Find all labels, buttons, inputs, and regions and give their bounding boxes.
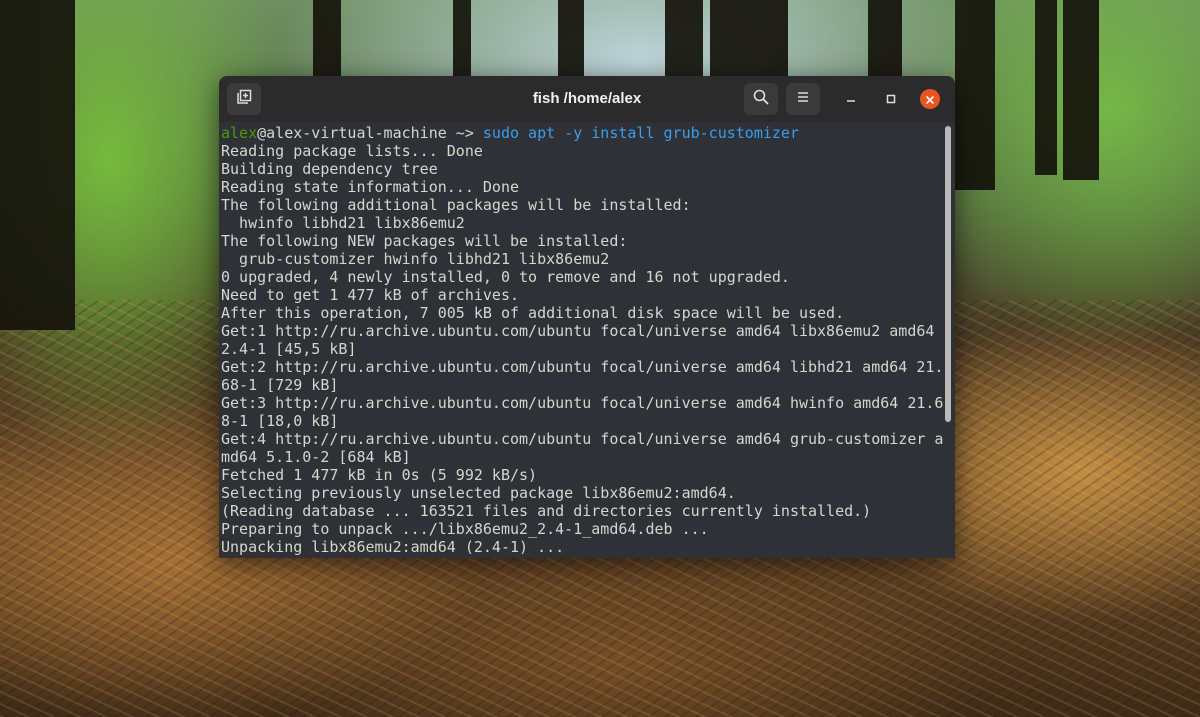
minimize-button[interactable] [841,89,861,109]
tree-trunk [665,0,703,80]
prompt-line: alex@alex-virtual-machine ~> sudo apt -y… [221,124,943,142]
search-icon [752,88,770,110]
output-line: The following NEW packages will be insta… [221,232,628,250]
output-line: Get:2 http://ru.archive.ubuntu.com/ubunt… [221,358,943,376]
output-line: Building dependency tree [221,160,438,178]
menu-button[interactable] [786,83,820,115]
output-line: Get:1 http://ru.archive.ubuntu.com/ubunt… [221,322,935,340]
search-button[interactable] [744,83,778,115]
output-line: 68-1 [729 kB] [221,376,339,394]
output-line: (Reading database ... 163521 files and d… [221,502,872,520]
tree-trunk [1035,0,1057,175]
prompt-host: @alex-virtual-machine ~> [257,124,483,142]
prompt-command: sudo apt -y install grub-customizer [482,124,799,142]
output-line: Reading state information... Done [221,178,520,196]
tree-trunk [558,0,584,80]
output-line: Fetched 1 477 kB in 0s (5 992 kB/s) [221,466,538,484]
output-line: md64 5.1.0-2 [684 kB] [221,448,411,466]
output-line: grub-customizer hwinfo libhd21 libx86emu… [221,250,610,268]
output-line: Preparing to unpack .../libx86emu2_2.4-1… [221,520,709,538]
tree-trunk [955,0,995,190]
output-line: The following additional packages will b… [221,196,691,214]
output-line: Get:4 http://ru.archive.ubuntu.com/ubunt… [221,430,943,448]
minimize-icon [845,90,857,109]
output-line: 0 upgraded, 4 newly installed, 0 to remo… [221,268,790,286]
scrollbar-thumb[interactable] [945,126,951,422]
tree-trunk [710,0,788,80]
output-line: Unpacking libx86emu2:amd64 (2.4-1) ... [221,538,565,556]
output-line: 8-1 [18,0 kB] [221,412,339,430]
terminal-output[interactable]: alex@alex-virtual-machine ~> sudo apt -y… [219,123,943,558]
tree-trunk [313,0,341,80]
output-line: After this operation, 7 005 kB of additi… [221,304,845,322]
maximize-button[interactable] [881,89,901,109]
output-line: Get:3 http://ru.archive.ubuntu.com/ubunt… [221,394,943,412]
tree-trunk [868,0,902,80]
output-lines: Reading package lists... Done Building de… [221,142,943,556]
close-icon [925,90,935,109]
hamburger-menu-icon [795,89,811,109]
maximize-icon [885,90,897,109]
output-line: hwinfo libhd21 libx86emu2 [221,214,465,232]
output-line: Selecting previously unselected package … [221,484,736,502]
terminal-window: fish /home/alex alex@alex-virtual-machin… [219,76,955,558]
titlebar: fish /home/alex [219,76,955,122]
tree-trunk [453,0,471,80]
prompt-user: alex [221,124,258,142]
tree-trunk [1063,0,1099,180]
output-line: 2.4-1 [45,5 kB] [221,340,357,358]
tree-trunk [0,0,75,330]
output-line: Need to get 1 477 kB of archives. [221,286,520,304]
output-line: Reading package lists... Done [221,142,483,160]
close-button[interactable] [920,89,940,109]
